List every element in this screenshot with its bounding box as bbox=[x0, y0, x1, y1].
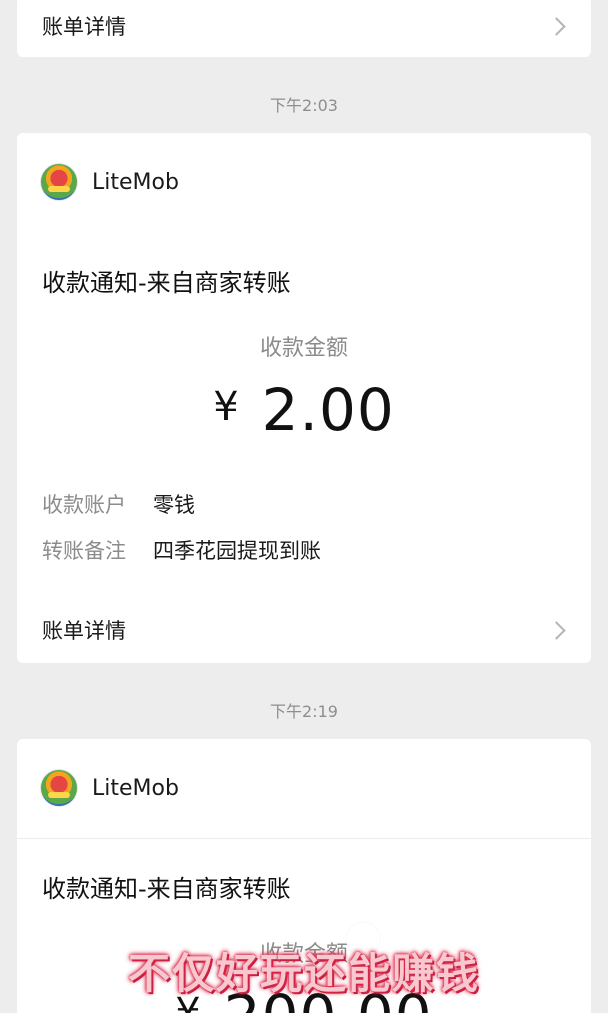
bill-details-label: 账单详情 bbox=[42, 619, 126, 643]
amount-label: 收款金额 bbox=[259, 336, 348, 361]
merchant-name: LiteMob bbox=[92, 775, 179, 801]
chevron-right-icon bbox=[547, 16, 566, 36]
amount-value: 2.00 bbox=[261, 376, 395, 444]
transfer-note-row: 转账备注 四季花园提现到账 bbox=[42, 535, 321, 565]
previous-payment-card: 账单详情 bbox=[17, 0, 591, 57]
message-timestamp: 下午2:03 bbox=[270, 96, 338, 115]
merchant-header[interactable]: LiteMob bbox=[40, 769, 179, 807]
bill-details-row[interactable]: 账单详情 bbox=[17, 0, 591, 56]
merchant-divider bbox=[17, 838, 591, 839]
merchant-avatar bbox=[40, 163, 78, 201]
merchant-name: LiteMob bbox=[92, 169, 179, 195]
receiving-account-value: 零钱 bbox=[153, 493, 195, 517]
merchant-avatar bbox=[40, 769, 78, 807]
payment-amount: ¥2.00 bbox=[17, 376, 591, 444]
notification-title: 收款通知-来自商家转账 bbox=[42, 269, 291, 297]
transfer-note-value: 四季花园提现到账 bbox=[153, 539, 321, 563]
notification-title: 收款通知-来自商家转账 bbox=[42, 875, 291, 903]
merchant-header[interactable]: LiteMob bbox=[40, 163, 179, 201]
currency-symbol: ¥ bbox=[213, 384, 240, 430]
bill-details-row[interactable]: 账单详情 bbox=[17, 602, 591, 658]
receiving-account-label: 收款账户 bbox=[42, 493, 126, 517]
video-overlay-caption: 不仅好玩还能赚钱 bbox=[127, 949, 480, 998]
transfer-note-label: 转账备注 bbox=[42, 539, 126, 563]
receiving-account-row: 收款账户 零钱 bbox=[42, 489, 195, 519]
bill-details-label: 账单详情 bbox=[42, 15, 126, 39]
message-timestamp: 下午2:19 bbox=[270, 702, 338, 721]
payment-notification-card[interactable]: LiteMob 收款通知-来自商家转账 收款金额 ¥2.00 收款账户 零钱 转… bbox=[17, 133, 591, 663]
chat-history-screen: 账单详情 下午2:03 LiteMob 收款通知-来自商家转账 收款金额 ¥2.… bbox=[0, 0, 608, 1013]
chevron-right-icon bbox=[547, 620, 566, 640]
